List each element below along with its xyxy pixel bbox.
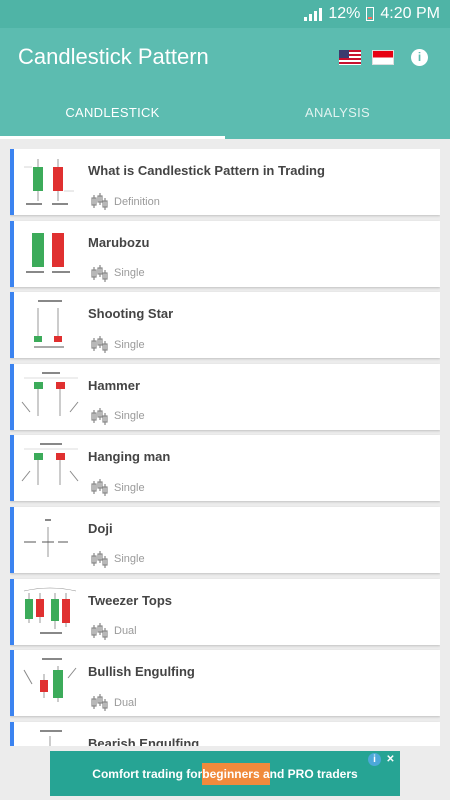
doji-thumbnail	[24, 518, 68, 557]
pattern-card-bullish-engulfing[interactable]: Bullish Engulfing Dual	[10, 650, 440, 717]
pattern-category: Dual	[90, 694, 137, 712]
app-title: Candlestick Pattern	[18, 44, 209, 69]
ad-text-highlight: beginners a	[202, 762, 270, 785]
pattern-category: Dual	[90, 622, 137, 640]
pattern-card-tweezer-tops[interactable]: Tweezer Tops Dual	[10, 578, 440, 645]
pattern-category: Single	[90, 550, 145, 568]
pattern-title: Tweezer Tops	[88, 592, 173, 608]
battery-icon	[366, 7, 375, 21]
pattern-title: Bullish Engulfing	[88, 664, 195, 680]
pattern-category: Single	[90, 479, 145, 497]
candlestick-category-icon	[91, 694, 108, 712]
tab-analysis[interactable]: ANALYSIS	[225, 86, 450, 139]
candlestick-category-icon	[91, 193, 108, 210]
app-bar: Candlestick Pattern i	[0, 28, 450, 86]
pattern-category: Single	[90, 264, 145, 282]
pattern-list[interactable]: What is Candlestick Pattern in Trading D…	[10, 149, 440, 746]
marubozu-thumbnail	[26, 232, 70, 273]
pattern-category: Single	[90, 407, 145, 425]
candlestick-category-icon	[91, 622, 108, 640]
pattern-card-shooting-star[interactable]: Shooting Star Single	[10, 292, 440, 359]
shooting-star-thumbnail	[34, 300, 64, 349]
info-icon[interactable]: i	[411, 48, 428, 66]
clock: 4:20 PM	[380, 5, 440, 22]
pattern-card-doji[interactable]: Doji Single	[10, 506, 440, 573]
pattern-category: Definition	[90, 193, 160, 210]
ad-text-end: nd PRO traders	[269, 766, 358, 781]
hammer-thumbnail	[21, 371, 79, 416]
candlestick-category-icon	[91, 336, 108, 354]
pattern-category: Single	[90, 336, 145, 354]
status-bar: 12% 4:20 PM	[0, 0, 450, 28]
ad-text-start: Comfort trading for	[92, 766, 203, 781]
indonesian-flag-icon[interactable]	[372, 49, 394, 65]
pattern-card-hanging-man[interactable]: Hanging man Single	[10, 435, 440, 502]
pattern-title: Doji	[88, 520, 113, 536]
pattern-title: Hanging man	[88, 449, 171, 465]
ad-controls: i ✕	[368, 753, 397, 766]
english-flag-icon[interactable]	[339, 49, 361, 65]
pattern-title: What is Candlestick Pattern in Trading	[88, 163, 325, 178]
candlestick-category-icon	[91, 479, 108, 497]
ad-banner[interactable]: Comfort trading for beginners a nd PRO tr…	[50, 751, 400, 796]
pattern-card-hammer[interactable]: Hammer Single	[10, 363, 440, 430]
ad-close-icon[interactable]: ✕	[384, 753, 397, 766]
tweezer-tops-thumbnail	[23, 587, 77, 634]
ad-info-icon[interactable]: i	[368, 753, 381, 766]
pattern-title: Hammer	[88, 377, 141, 393]
pattern-card-marubozu[interactable]: Marubozu Single	[10, 220, 440, 287]
bearish-engulfing-thumbnail	[40, 729, 62, 746]
tab-bar: CANDLESTICK ANALYSIS	[0, 86, 450, 139]
pattern-card-bearish-engulfing[interactable]: Bearish Engulfing	[10, 721, 440, 746]
candlestick-definition-thumbnail	[24, 159, 74, 205]
candlestick-category-icon	[91, 407, 108, 425]
candlestick-category-icon	[91, 264, 108, 282]
pattern-title: Bearish Engulfing	[88, 735, 200, 746]
signal-icon	[304, 7, 323, 21]
pattern-title: Shooting Star	[88, 306, 174, 322]
bullish-engulfing-thumbnail	[23, 658, 77, 703]
hanging-man-thumbnail	[21, 443, 79, 486]
tab-candlestick[interactable]: CANDLESTICK	[0, 86, 225, 139]
battery-percent: 12%	[328, 5, 361, 22]
pattern-card-definition[interactable]: What is Candlestick Pattern in Trading D…	[10, 149, 440, 215]
pattern-title: Marubozu	[88, 234, 150, 250]
candlestick-category-icon	[91, 550, 108, 568]
